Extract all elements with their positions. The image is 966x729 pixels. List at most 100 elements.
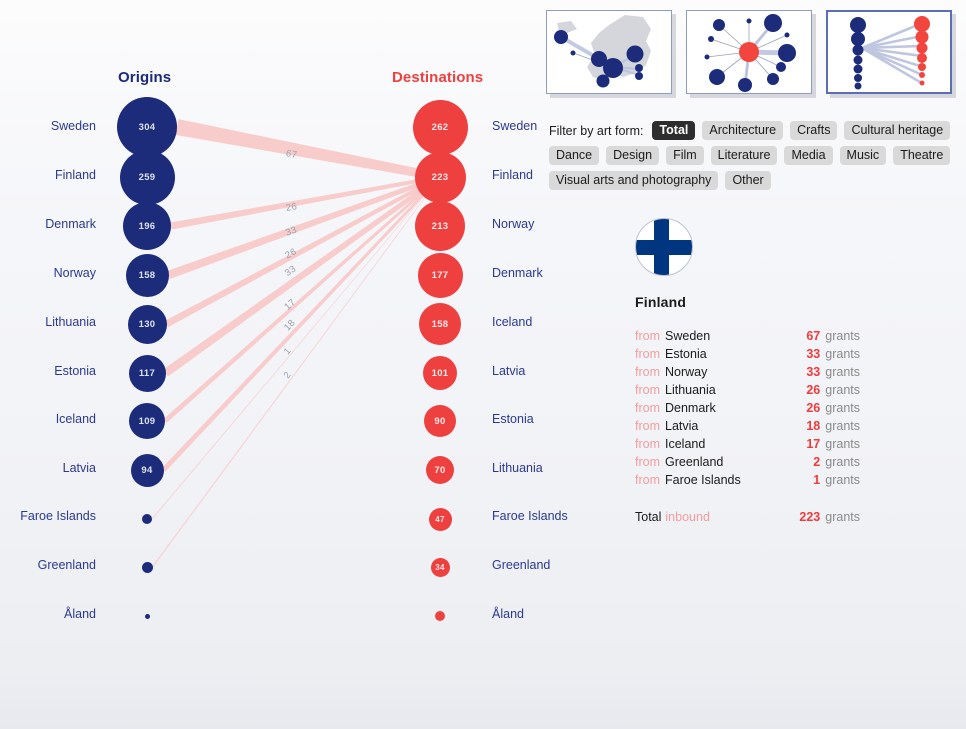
finland-flag-icon: [635, 218, 693, 276]
grant-row[interactable]: from Iceland 17 grants: [635, 435, 860, 453]
dest-label-finland[interactable]: Finland: [492, 168, 533, 182]
origin-node-finland[interactable]: 259: [119, 149, 175, 205]
dest-node-greenland[interactable]: 34: [430, 557, 450, 577]
filter-chip-media[interactable]: Media: [784, 146, 833, 165]
grant-row[interactable]: from Denmark 26 grants: [635, 399, 860, 417]
dest-node-faroe-islands[interactable]: 47: [428, 507, 452, 531]
origin-label-åland[interactable]: Åland: [0, 607, 96, 621]
node-value: 177: [431, 269, 449, 281]
grant-total-row: Total inbound 223 grants: [635, 508, 860, 526]
dest-label-greenland[interactable]: Greenland: [492, 558, 550, 572]
origin-node-åland[interactable]: [144, 613, 150, 619]
origin-node-latvia[interactable]: 94: [130, 453, 164, 487]
dest-label-lithuania[interactable]: Lithuania: [492, 461, 543, 475]
dest-node-lithuania[interactable]: 70: [426, 456, 454, 484]
filter-chip-dance[interactable]: Dance: [549, 146, 600, 165]
grant-value: 17: [806, 437, 821, 451]
dest-node-sweden[interactable]: 262: [412, 99, 468, 155]
grant-country: Greenland: [665, 455, 724, 469]
filter-chip-film[interactable]: Film: [666, 146, 704, 165]
dest-node-norway[interactable]: 213: [415, 201, 465, 251]
origin-node-norway[interactable]: 158: [125, 253, 169, 297]
grant-value: 26: [806, 383, 821, 397]
origin-label-lithuania[interactable]: Lithuania: [0, 315, 96, 329]
node-value: 213: [431, 220, 449, 232]
node-value: 70: [434, 464, 446, 476]
grant-row[interactable]: from Sweden 67 grants: [635, 327, 860, 345]
grant-country: Sweden: [665, 329, 711, 343]
dest-label-denmark[interactable]: Denmark: [492, 266, 543, 280]
origin-node-iceland[interactable]: 109: [129, 403, 165, 439]
flow-sweden-to-finland[interactable]: [175, 119, 418, 177]
dest-label-latvia[interactable]: Latvia: [492, 364, 525, 378]
origin-label-latvia[interactable]: Latvia: [0, 461, 96, 475]
node-value: 158: [138, 269, 156, 281]
grant-row[interactable]: from Greenland 2 grants: [635, 453, 860, 471]
filter-chip-cultural-heritage[interactable]: Cultural heritage: [844, 121, 951, 140]
grant-total-label: Total inbound: [635, 508, 794, 526]
filter-chip-other[interactable]: Other: [725, 171, 771, 190]
grant-row[interactable]: from Lithuania 26 grants: [635, 381, 860, 399]
origin-label-denmark[interactable]: Denmark: [0, 217, 96, 231]
origin-node-sweden[interactable]: 304: [117, 97, 177, 157]
origin-node-estonia[interactable]: 117: [128, 354, 166, 392]
dest-label-faroe-islands[interactable]: Faroe Islands: [492, 509, 568, 523]
dest-node-iceland[interactable]: 158: [419, 303, 461, 345]
filter-chip-theatre[interactable]: Theatre: [893, 146, 951, 165]
view-thumb-map[interactable]: [546, 10, 672, 94]
origin-label-norway[interactable]: Norway: [0, 266, 96, 280]
filter-chip-music[interactable]: Music: [839, 146, 887, 165]
grant-unit: grants: [825, 329, 860, 343]
dest-node-denmark[interactable]: 177: [417, 252, 463, 298]
dest-label-estonia[interactable]: Estonia: [492, 412, 534, 426]
origin-label-finland[interactable]: Finland: [0, 168, 96, 182]
filter-chip-literature[interactable]: Literature: [710, 146, 778, 165]
dest-node-åland[interactable]: [435, 611, 445, 621]
grant-unit: grants: [825, 383, 860, 397]
grant-row[interactable]: from Estonia 33 grants: [635, 345, 860, 363]
grant-row[interactable]: from Faroe Islands 1 grants: [635, 471, 860, 489]
origin-node-greenland[interactable]: [141, 561, 153, 573]
dest-node-latvia[interactable]: 101: [423, 356, 457, 390]
origin-label-iceland[interactable]: Iceland: [0, 412, 96, 426]
node-value: 130: [138, 318, 156, 330]
filter-chip-visual-arts-and-photography[interactable]: Visual arts and photography: [549, 171, 719, 190]
filter-chip-design[interactable]: Design: [606, 146, 660, 165]
view-thumb-radial[interactable]: [686, 10, 812, 94]
map-view-icon: [554, 15, 651, 88]
dest-label-iceland[interactable]: Iceland: [492, 315, 532, 329]
origin-node-faroe-islands[interactable]: [142, 514, 152, 524]
grant-row[interactable]: from Latvia 18 grants: [635, 417, 860, 435]
grant-unit: grants: [825, 419, 860, 433]
grant-direction: from: [635, 455, 660, 469]
grant-unit: grants: [825, 473, 860, 487]
grant-total-value: 223: [799, 510, 821, 524]
origin-node-denmark[interactable]: 196: [123, 202, 171, 250]
filter-label: Filter by art form:: [549, 123, 644, 138]
dest-label-sweden[interactable]: Sweden: [492, 119, 537, 133]
origin-label-sweden[interactable]: Sweden: [0, 119, 96, 133]
node-value: 34: [435, 562, 445, 572]
filter-chip-crafts[interactable]: Crafts: [790, 121, 838, 140]
dest-node-finland[interactable]: 223: [414, 151, 466, 203]
grant-value: 33: [806, 365, 821, 379]
grant-row[interactable]: from Norway 33 grants: [635, 363, 860, 381]
origin-node-lithuania[interactable]: 130: [127, 304, 167, 344]
dest-node-estonia[interactable]: 90: [424, 405, 456, 437]
origin-label-estonia[interactable]: Estonia: [0, 364, 96, 378]
filter-chip-total[interactable]: Total: [652, 121, 696, 140]
grant-value: 67: [806, 329, 821, 343]
grant-direction: from: [635, 365, 660, 379]
origin-label-faroe-islands[interactable]: Faroe Islands: [0, 509, 96, 523]
destinations-column-title: Destinations: [392, 69, 484, 86]
grant-value: 2: [813, 455, 821, 469]
filter-chip-architecture[interactable]: Architecture: [702, 121, 784, 140]
flag-svg: [636, 219, 692, 275]
flow-value-denmark: 26: [285, 201, 299, 214]
dest-label-norway[interactable]: Norway: [492, 217, 534, 231]
view-thumb-bipartite[interactable]: [826, 10, 952, 94]
radial-view-icon: [704, 14, 796, 92]
grant-direction: from: [635, 419, 660, 433]
dest-label-åland[interactable]: Åland: [492, 607, 524, 621]
origin-label-greenland[interactable]: Greenland: [0, 558, 96, 572]
